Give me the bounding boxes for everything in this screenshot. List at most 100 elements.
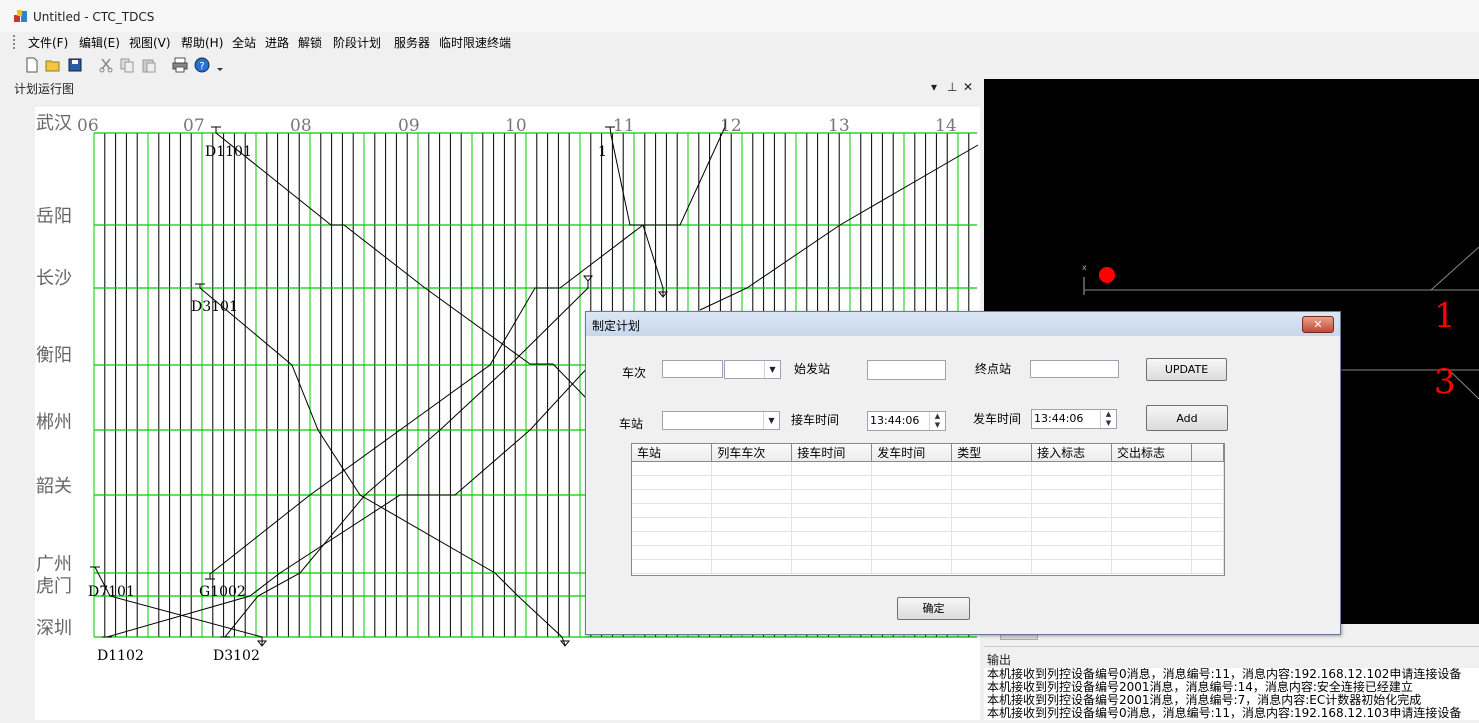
table-cell[interactable]	[871, 489, 953, 504]
table-cell[interactable]	[1111, 489, 1192, 504]
table-cell[interactable]	[951, 545, 1033, 560]
table-cell[interactable]	[871, 531, 953, 546]
table-cell[interactable]	[791, 461, 873, 476]
ok-button[interactable]: 确定	[897, 597, 970, 620]
table-cell[interactable]	[951, 461, 1033, 476]
train-number-label[interactable]: G1002	[199, 584, 246, 600]
dialog-close-button[interactable]: ✕	[1302, 316, 1334, 333]
table-cell[interactable]	[871, 517, 953, 532]
table-cell[interactable]	[871, 475, 953, 490]
table-header[interactable]: 接车时间	[791, 444, 873, 462]
table-cell[interactable]	[1031, 503, 1113, 518]
save-icon[interactable]	[67, 57, 83, 73]
terminal-input[interactable]	[1030, 360, 1119, 378]
train-number-label[interactable]: D3101	[191, 299, 238, 315]
depart-time-input[interactable]: 13:44:06 ▲ ▼	[1031, 409, 1117, 429]
table-cell[interactable]	[1031, 489, 1113, 504]
table-cell[interactable]	[1191, 531, 1224, 546]
table-cell[interactable]	[711, 517, 793, 532]
table-header[interactable]: 车站	[632, 444, 713, 462]
table-row[interactable]	[632, 531, 1224, 546]
table-cell[interactable]	[791, 475, 873, 490]
table-cell[interactable]	[871, 559, 953, 574]
table-cell[interactable]	[791, 545, 873, 560]
menu-temp-speed-limit[interactable]: 临时限速终端	[439, 34, 511, 51]
table-cell[interactable]	[951, 531, 1033, 546]
train-no-combo[interactable]: ▼	[724, 360, 781, 379]
output-log[interactable]: 本机接收到列控设备编号0消息，消息编号:11，消息内容:192.168.12.1…	[984, 668, 1479, 720]
table-cell[interactable]	[1111, 545, 1192, 560]
origin-input[interactable]	[867, 360, 946, 380]
table-cell[interactable]	[951, 503, 1033, 518]
table-cell[interactable]	[1191, 475, 1224, 490]
table-row[interactable]	[632, 475, 1224, 490]
table-cell[interactable]	[1031, 545, 1113, 560]
spin-down-icon[interactable]: ▼	[930, 421, 945, 430]
table-row[interactable]	[632, 461, 1224, 476]
table-cell[interactable]	[711, 545, 793, 560]
spin-up-icon[interactable]: ▲	[1101, 410, 1116, 419]
copy-icon[interactable]	[119, 57, 135, 73]
table-cell[interactable]	[632, 475, 713, 490]
paste-icon[interactable]	[141, 57, 157, 73]
table-cell[interactable]	[1111, 461, 1192, 476]
toolbar-overflow-icon[interactable]	[215, 57, 225, 73]
table-cell[interactable]	[1111, 503, 1192, 518]
table-cell[interactable]	[791, 489, 873, 504]
table-row[interactable]	[632, 503, 1224, 518]
menu-file[interactable]: 文件(F)	[28, 34, 68, 51]
menu-view[interactable]: 视图(V)	[129, 34, 171, 51]
table-cell[interactable]	[951, 517, 1033, 532]
table-cell[interactable]	[791, 531, 873, 546]
panel-pin-icon[interactable]: ⊥	[947, 80, 957, 94]
table-cell[interactable]	[1031, 475, 1113, 490]
table-cell[interactable]	[791, 517, 873, 532]
plan-table[interactable]: 车站 列车车次 接车时间 发车时间 类型 接入标志 交出标志	[631, 443, 1225, 576]
table-cell[interactable]	[1191, 545, 1224, 560]
menu-edit[interactable]: 编辑(E)	[79, 34, 120, 51]
add-button[interactable]: Add	[1146, 405, 1228, 431]
table-row[interactable]	[632, 559, 1224, 574]
table-cell[interactable]	[1031, 559, 1113, 574]
table-header[interactable]: 接入标志	[1031, 444, 1113, 462]
table-cell[interactable]	[1191, 503, 1224, 518]
table-cell[interactable]	[711, 475, 793, 490]
cut-icon[interactable]	[98, 57, 114, 73]
table-cell[interactable]	[632, 489, 713, 504]
table-row[interactable]	[632, 489, 1224, 504]
table-header[interactable]: 列车车次	[711, 444, 793, 462]
spin-up-icon[interactable]: ▲	[930, 412, 945, 421]
table-cell[interactable]	[1111, 531, 1192, 546]
train-no-input[interactable]	[662, 360, 723, 378]
signal-light-icon[interactable]	[1099, 267, 1115, 283]
table-row[interactable]	[632, 545, 1224, 560]
table-cell[interactable]	[1031, 531, 1113, 546]
table-cell[interactable]	[1111, 559, 1192, 574]
table-cell[interactable]	[1191, 517, 1224, 532]
new-icon[interactable]	[24, 57, 40, 73]
table-cell[interactable]	[711, 531, 793, 546]
panel-close-icon[interactable]: ✕	[963, 80, 973, 94]
table-cell[interactable]	[1031, 461, 1113, 476]
table-cell[interactable]	[1111, 517, 1192, 532]
depart-time-spinner[interactable]: ▲ ▼	[1100, 410, 1116, 428]
spin-down-icon[interactable]: ▼	[1101, 419, 1116, 428]
print-icon[interactable]	[172, 57, 188, 73]
table-cell[interactable]	[951, 559, 1033, 574]
table-header[interactable]: 交出标志	[1111, 444, 1192, 462]
table-cell[interactable]	[791, 559, 873, 574]
table-cell[interactable]	[951, 489, 1033, 504]
help-icon[interactable]: ?	[194, 57, 210, 73]
table-cell[interactable]	[791, 503, 873, 518]
menu-route[interactable]: 进路	[265, 34, 289, 51]
table-cell[interactable]	[1111, 475, 1192, 490]
menu-stage-plan[interactable]: 阶段计划	[333, 34, 381, 51]
table-cell[interactable]	[1191, 489, 1224, 504]
chevron-down-icon[interactable]: ▼	[764, 361, 780, 378]
arrive-time-input[interactable]: 13:44:06 ▲ ▼	[867, 411, 946, 431]
table-cell[interactable]	[632, 559, 713, 574]
table-cell[interactable]	[711, 461, 793, 476]
chevron-down-icon[interactable]: ▼	[763, 412, 779, 429]
table-cell[interactable]	[632, 461, 713, 476]
train-number-label[interactable]: D7101	[88, 584, 135, 600]
